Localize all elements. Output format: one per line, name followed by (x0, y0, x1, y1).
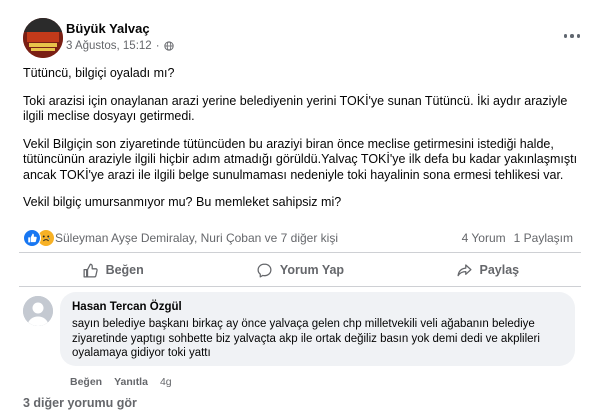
like-label: Beğen (105, 263, 144, 277)
page-avatar[interactable] (23, 18, 63, 58)
comment-actions: Beğen Yanıtla 4g (70, 376, 172, 388)
comment-button[interactable]: Yorum Yap (206, 256, 393, 284)
comment-author[interactable]: Hasan Tercan Özgül (72, 301, 563, 313)
comment-like-button[interactable]: Beğen (70, 376, 102, 388)
post-paragraph: Tütüncü, bilgiçi oyaladı mı? (23, 66, 175, 80)
reactions-bar: Süleyman Ayşe Demiralay, Nuri Çoban ve 7… (23, 229, 573, 247)
shares-count[interactable]: 1 Paylaşım (514, 231, 573, 245)
comment-text: sayın belediye başkanı birkaç ay önce ya… (72, 318, 540, 359)
comment-reply-button[interactable]: Yanıtla (114, 376, 148, 388)
commenter-avatar[interactable] (23, 296, 53, 326)
page-logo-icon (23, 18, 63, 58)
more-options-icon[interactable] (562, 28, 582, 44)
post-actions: Beğen Yorum Yap Paylaş (19, 256, 581, 284)
comment-bubble: Hasan Tercan Özgül sayın belediye başkan… (60, 292, 575, 366)
comment-icon (257, 262, 272, 278)
comment-label: Yorum Yap (279, 263, 345, 277)
thumbs-up-icon (83, 263, 98, 278)
post-paragraph: Vekil bilgiç umursanmıyor mu? Bu memleke… (23, 195, 342, 209)
share-icon (456, 263, 472, 276)
default-avatar-icon (23, 296, 53, 326)
view-more-comments-link[interactable]: 3 diğer yorumu gör (23, 396, 137, 410)
post-paragraph: Vekil Bilgiçin son ziyaretinde tütüncüde… (23, 136, 578, 182)
post-timestamp[interactable]: 3 Ağustos, 15:12 (66, 40, 152, 52)
share-label: Paylaş (479, 263, 520, 277)
divider (19, 286, 581, 287)
globe-icon[interactable] (163, 41, 174, 51)
post-meta: 3 Ağustos, 15:12 · (66, 40, 174, 52)
divider (19, 252, 581, 253)
engagement-counts: 4 Yorum 1 Paylaşım (462, 231, 573, 245)
reaction-icons[interactable] (23, 229, 55, 247)
post-paragraph: Toki arazisi için onaylanan arazi yerine… (23, 93, 568, 124)
like-icon (23, 229, 41, 247)
reaction-names[interactable]: Süleyman Ayşe Demiralay, Nuri Çoban ve 7… (55, 231, 338, 245)
post-author[interactable]: Büyük Yalvaç (66, 21, 150, 36)
like-button[interactable]: Beğen (19, 256, 206, 284)
comments-count[interactable]: 4 Yorum (462, 231, 506, 245)
post-body: Tütüncü, bilgiçi oyaladı mı? Toki arazis… (23, 66, 583, 223)
comment-age[interactable]: 4g (160, 376, 172, 388)
post-header: Büyük Yalvaç 3 Ağustos, 15:12 · (23, 18, 584, 58)
meta-separator: · (155, 40, 160, 52)
share-button[interactable]: Paylaş (394, 256, 581, 284)
